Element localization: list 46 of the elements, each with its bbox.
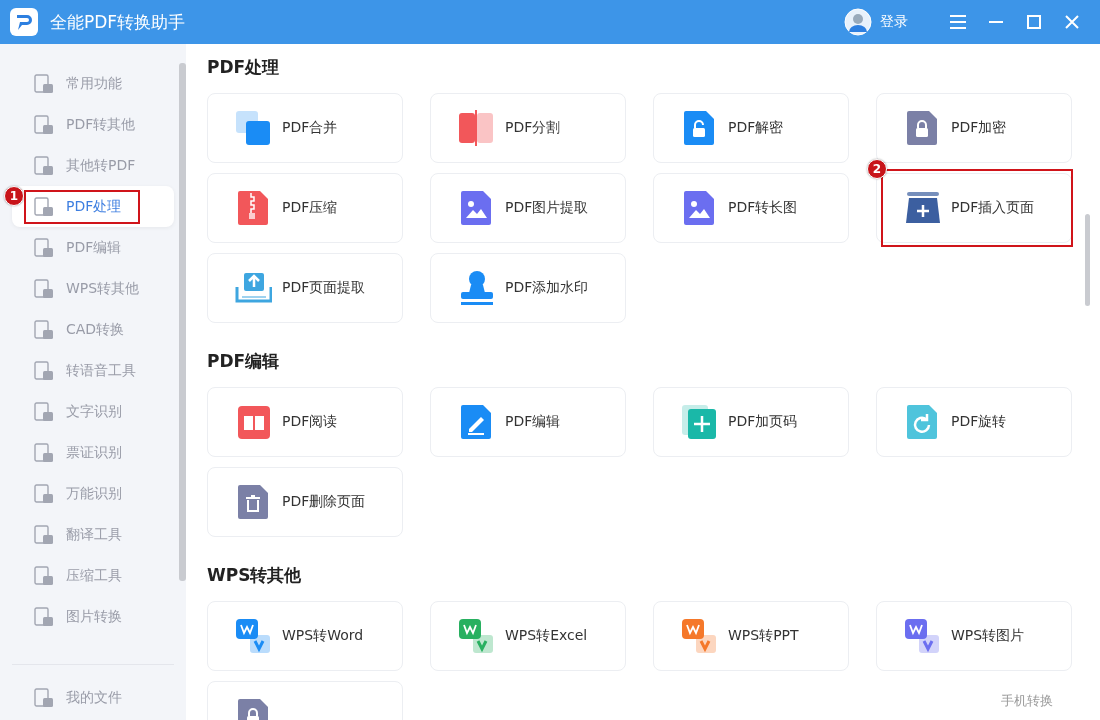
tool-icon: [34, 278, 54, 299]
tool-card[interactable]: PDF图片提取: [430, 173, 626, 243]
tool-card[interactable]: PDF添加水印: [430, 253, 626, 323]
tool-icon: [34, 114, 54, 135]
tool-card[interactable]: PDF转长图: [653, 173, 849, 243]
tool-icon: [34, 483, 54, 504]
tool-icon: [34, 73, 54, 94]
tool-icon: [34, 401, 54, 422]
tool-icon: [34, 319, 54, 340]
tool-icon: [34, 442, 54, 463]
tool-card[interactable]: PDF分割: [430, 93, 626, 163]
section-title: PDF处理: [207, 59, 281, 76]
tool-icon: [34, 687, 54, 708]
scrollbar-thumb[interactable]: [179, 63, 186, 581]
tool-card[interactable]: PDF解密: [653, 93, 849, 163]
window-title: 全能PDF转换助手: [50, 10, 187, 34]
tool-card[interactable]: PDF删除页面: [207, 467, 403, 537]
section-title: WPS转其他: [207, 567, 303, 584]
step-badge: 2: [867, 159, 887, 179]
menu-icon[interactable]: [948, 12, 968, 32]
tool-card[interactable]: WPS转Excel: [430, 601, 626, 671]
tool-card[interactable]: PDF加密: [876, 93, 1072, 163]
tool-icon: [34, 524, 54, 545]
tool-card[interactable]: PDF阅读: [207, 387, 403, 457]
tool-card[interactable]: WPS转PPT: [653, 601, 849, 671]
scrollbar-thumb[interactable]: [1085, 214, 1090, 306]
tool-icon: [34, 196, 54, 217]
app-logo-icon: [10, 8, 38, 36]
tool-card[interactable]: PDF插入页面: [876, 173, 1072, 243]
tool-card[interactable]: PDF合并: [207, 93, 403, 163]
step-badge: 1: [4, 186, 24, 206]
tool-card[interactable]: WPS转Word: [207, 601, 403, 671]
section-title: PDF编辑: [207, 353, 281, 370]
tool-card[interactable]: PDF旋转: [876, 387, 1072, 457]
tool-icon: [34, 360, 54, 381]
tool-icon: [34, 155, 54, 176]
tool-card[interactable]: PDF编辑: [430, 387, 626, 457]
tool-icon: [34, 237, 54, 258]
tool-card[interactable]: PDF页面提取: [207, 253, 403, 323]
tool-card[interactable]: PDF加页码: [653, 387, 849, 457]
tool-card[interactable]: PDF压缩: [207, 173, 403, 243]
tool-icon: [34, 606, 54, 627]
maximize-icon[interactable]: [1024, 12, 1044, 32]
tool-icon: [34, 565, 54, 586]
tool-card[interactable]: WPS转图片: [876, 601, 1072, 671]
avatar-icon[interactable]: [844, 8, 872, 36]
